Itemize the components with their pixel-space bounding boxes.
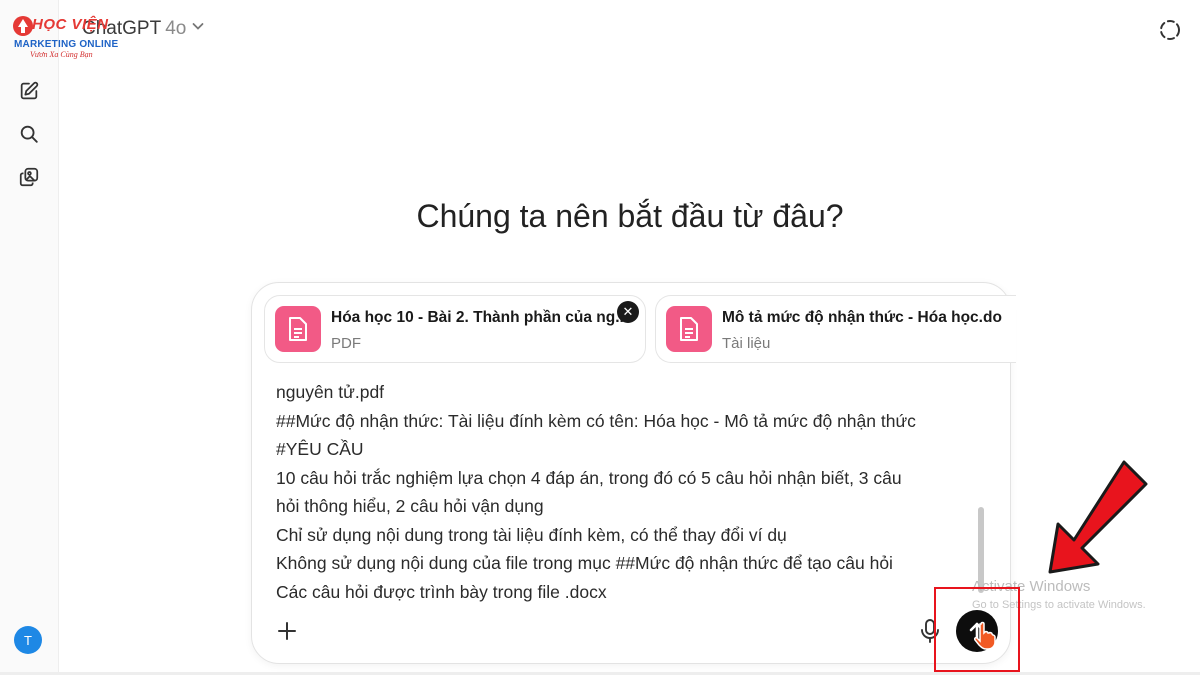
dashed-circle-icon[interactable]	[1158, 18, 1182, 42]
hand-cursor-icon	[974, 621, 996, 650]
attachment-type: PDF	[331, 335, 361, 352]
prompt-line: 10 câu hỏi trắc nghiệm lựa chọn 4 đáp án…	[276, 467, 902, 488]
prompt-line: #YÊU CẦU	[276, 439, 364, 459]
page-title: Chúng ta nên bắt đầu từ đâu?	[416, 198, 844, 234]
plus-icon[interactable]	[273, 617, 301, 645]
prompt-line: Chỉ sử dụng nội dung trong tài liệu đính…	[276, 524, 787, 545]
attachment-type: Tài liệu	[722, 335, 771, 352]
prompt-line: Không sử dụng nội dung của file trong mụ…	[276, 553, 893, 573]
prompt-composer: Hóa học 10 - Bài 2. Thành phần của ng...…	[251, 282, 1016, 664]
prompt-input[interactable]: nguyên tử.pdf ##Mức độ nhận thức: Tài li…	[276, 378, 996, 608]
prompt-line: nguyên tử.pdf	[276, 382, 385, 402]
logo-main-text: MARKETING ONLINE	[14, 39, 119, 50]
chevron-down-icon	[190, 18, 206, 40]
attachment-name: Hóa học 10 - Bài 2. Thành phần của ng...	[331, 309, 623, 326]
library-icon[interactable]	[14, 162, 44, 192]
brand-logo: HỌC VIỆN MARKETING ONLINE Vươn Xa Cùng B…	[8, 14, 148, 60]
document-icon	[275, 306, 321, 352]
attachment-card[interactable]: Mô tả mức độ nhận thức - Hóa học.do Tài …	[655, 295, 1016, 363]
document-icon	[666, 306, 712, 352]
attachment-card[interactable]: Hóa học 10 - Bài 2. Thành phần của ng...…	[264, 295, 646, 363]
annotation-arrow-icon	[1048, 460, 1148, 574]
attachment-name: Mô tả mức độ nhận thức - Hóa học.do	[722, 309, 1002, 326]
prompt-line: ##Mức độ nhận thức: Tài liệu đính kèm có…	[276, 410, 916, 431]
new-chat-icon[interactable]	[14, 76, 44, 106]
prompt-line: hỏi thông hiểu, 2 câu hỏi vận dụng	[276, 496, 544, 516]
avatar[interactable]: T	[14, 626, 42, 654]
logo-slogan: Vươn Xa Cùng Bạn	[30, 50, 93, 59]
model-version: 4o	[165, 18, 187, 39]
logo-top-text: HỌC VIỆN	[32, 16, 109, 33]
remove-attachment-button[interactable]: ✕	[617, 301, 639, 323]
logo-mark-icon	[13, 16, 33, 36]
search-icon[interactable]	[14, 119, 44, 149]
prompt-line: Các câu hỏi được trình bày trong file .d…	[276, 581, 607, 602]
sidebar: T	[0, 0, 59, 675]
